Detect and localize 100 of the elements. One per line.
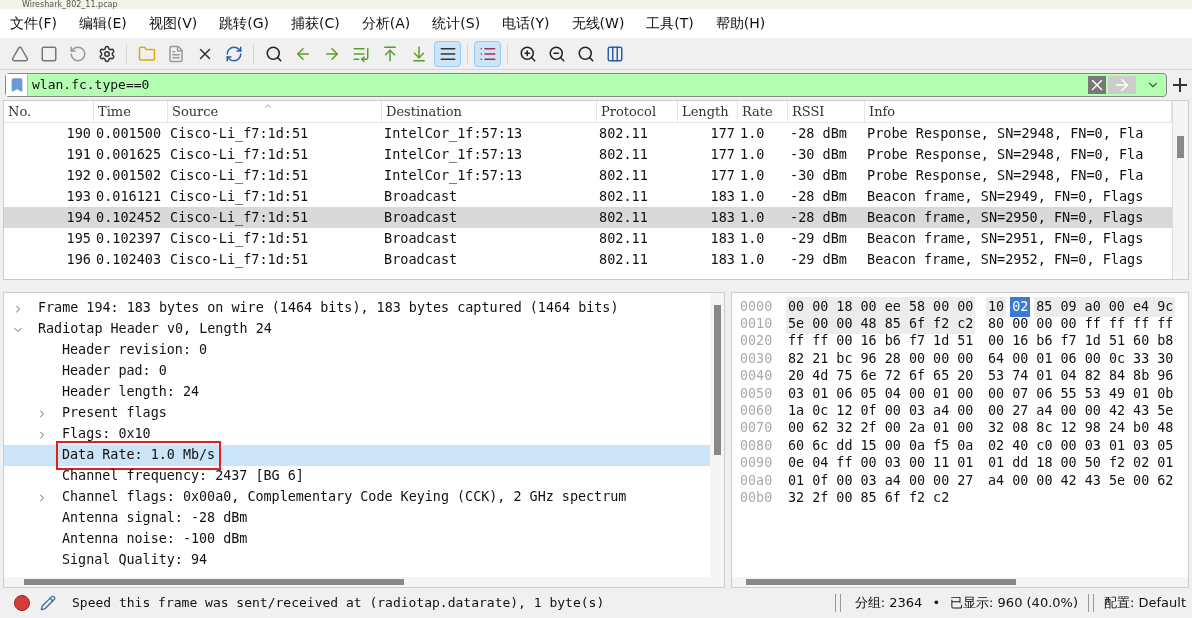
offset: 0090 xyxy=(739,454,774,473)
zoom-in-icon xyxy=(518,44,537,63)
display-filter-field[interactable]: wlan.fc.type==0 xyxy=(5,73,1167,97)
offset: 0080 xyxy=(739,436,774,455)
hex-bytes: 32 2f 00 85 6f f2 c2 xyxy=(787,488,951,507)
clear-icon[interactable] xyxy=(1088,76,1106,94)
packet-row[interactable]: 196 0.102403 Cisco-Li_f7:1d:51 Broadcast 802.11 183 1.0 -29 dBm Beacon frame, SN=2952, FN=0, Flags xyxy=(4,249,1172,270)
horizontal-scrollbar[interactable] xyxy=(4,577,724,587)
displayed-count: 已显示: 960 (40.0%) xyxy=(950,594,1078,613)
menu-item[interactable]: 编辑(E) xyxy=(79,13,127,34)
table-cell-text: 1.0 xyxy=(740,187,765,207)
column-header[interactable]: Source xyxy=(168,101,382,122)
vertical-scrollbar[interactable] xyxy=(1172,101,1188,279)
packet-row[interactable]: 191 0.001625 Cisco-Li_f7:1d:51 IntelCor_1f:57:13 802.11 177 1.0 -30 dBm Probe Response, SN=2948, FN=0, Fla xyxy=(4,144,1172,165)
table-cell-text: 1.0 xyxy=(740,229,765,249)
tree-label: Present flags xyxy=(61,404,168,423)
tree-label: Header pad: 0 xyxy=(61,362,168,381)
table-cell-text: -30 dBm xyxy=(790,145,847,165)
hex-bytes: 53 74 01 04 82 84 8b 96 xyxy=(987,367,1175,386)
vertical-scrollbar[interactable] xyxy=(710,293,724,577)
tree-label: Signal Quality: 94 xyxy=(61,551,209,570)
toolbar-button[interactable] xyxy=(474,40,501,67)
tree-row[interactable]: Radiotap Header v0, Length 24 xyxy=(4,319,710,340)
column-header[interactable]: Length xyxy=(678,101,738,122)
tree-row[interactable]: Antenna noise: -100 dBm xyxy=(4,529,710,550)
menu-item[interactable]: 文件(F) xyxy=(10,13,57,34)
column-header[interactable]: No. xyxy=(4,101,94,122)
table-cell-text: Probe Response, SN=2948, FN=0, Fla xyxy=(867,166,1144,186)
column-header[interactable]: Rate xyxy=(738,101,788,122)
tree-row[interactable]: Flags: 0x10 xyxy=(4,424,710,445)
tree-row[interactable]: Present flags xyxy=(4,403,710,424)
table-cell-text: -28 dBm xyxy=(790,124,847,144)
table-cell-text: Broadcast xyxy=(384,208,458,228)
column-header[interactable]: Protocol xyxy=(597,101,678,122)
menu-item[interactable]: 分析(A) xyxy=(361,13,411,34)
table-cell-text: 177 xyxy=(710,145,735,165)
horizontal-scrollbar[interactable] xyxy=(732,577,1188,587)
table-cell-text: Cisco-Li_f7:1d:51 xyxy=(170,145,309,165)
table-cell-text: 194 xyxy=(66,208,91,228)
profile-label: 配置: Default xyxy=(1104,594,1187,613)
hex-bytes: 00 16 b6 f7 1d 51 60 b8 xyxy=(987,332,1175,351)
table-cell-text: -28 dBm xyxy=(790,187,847,207)
packet-row[interactable]: 194 0.102452 Cisco-Li_f7:1d:51 Broadcast 802.11 183 1.0 -28 dBm Beacon frame, SN=2950, FN=0, Flags xyxy=(4,207,1172,228)
menu-item[interactable]: 视图(V) xyxy=(148,13,198,34)
packet-row[interactable]: 192 0.001502 Cisco-Li_f7:1d:51 IntelCor_1f:57:13 802.11 177 1.0 -30 dBm Probe Response, SN=2948, FN=0, Fla xyxy=(4,165,1172,186)
reload-icon xyxy=(224,44,243,63)
tree-row[interactable]: Channel frequency: 2437 [BG 6] xyxy=(4,466,710,487)
table-cell-text: 0.001500 xyxy=(96,124,162,144)
edit-icon[interactable] xyxy=(40,595,56,611)
hex-bytes: a4 00 00 42 43 5e 00 62 xyxy=(987,471,1175,490)
folder-icon xyxy=(137,44,156,63)
table-cell-text: 802.11 xyxy=(599,124,648,144)
table-cell-text: 1.0 xyxy=(740,124,765,144)
table-cell-text: -29 dBm xyxy=(790,229,847,249)
tree-label: Channel flags: 0x00a0, Complementary Code Keying (CCK), 2 GHz spectrum xyxy=(61,488,628,507)
table-cell-text: 191 xyxy=(66,145,91,165)
table-cell-text: 183 xyxy=(710,187,735,207)
zoom-reset-icon xyxy=(576,44,595,63)
tree-label: Frame 194: 183 bytes on wire (1464 bits), 183 bytes captured (1464 bits) xyxy=(37,299,620,318)
hex-bytes: 02 xyxy=(1010,296,1031,317)
hex-bytes: 80 00 00 00 ff ff ff ff xyxy=(987,315,1175,334)
column-header[interactable]: Time xyxy=(94,101,168,122)
tree-label: Antenna noise: -100 dBm xyxy=(61,530,249,549)
table-cell-text: -29 dBm xyxy=(790,250,847,270)
tree-row[interactable]: Header length: 24 xyxy=(4,382,710,403)
menu-item[interactable]: 捕获(C) xyxy=(291,13,340,34)
tree-row[interactable]: Frame 194: 183 bytes on wire (1464 bits), 183 bytes captured (1464 bits) xyxy=(4,298,710,319)
menu-item[interactable]: 无线(W) xyxy=(571,13,625,34)
tree-row[interactable]: Header pad: 0 xyxy=(4,361,710,382)
toolbar-button[interactable] xyxy=(434,40,461,67)
tree-label: Header length: 24 xyxy=(61,383,201,402)
tree-row[interactable]: Header revision: 0 xyxy=(4,340,710,361)
packet-row[interactable]: 195 0.102397 Cisco-Li_f7:1d:51 Broadcast 802.11 183 1.0 -29 dBm Beacon frame, SN=2951, FN=0, Flags xyxy=(4,228,1172,249)
record-icon[interactable] xyxy=(14,595,30,611)
menu-item[interactable]: 统计(S) xyxy=(432,13,481,34)
stop-icon xyxy=(39,44,58,63)
tree-row[interactable]: Signal Quality: 94 xyxy=(4,550,710,571)
table-cell-text: Cisco-Li_f7:1d:51 xyxy=(170,229,309,249)
tree-row[interactable]: Antenna signal: -28 dBm xyxy=(4,508,710,529)
menu-item[interactable]: 工具(T) xyxy=(646,13,694,34)
table-cell-text: Probe Response, SN=2948, FN=0, Fla xyxy=(867,145,1144,165)
tree-row[interactable]: Channel flags: 0x00a0, Complementary Code Keying (CCK), 2 GHz spectrum xyxy=(4,487,710,508)
column-header[interactable]: RSSI xyxy=(788,101,865,122)
table-cell-text: Cisco-Li_f7:1d:51 xyxy=(170,250,309,270)
packet-row[interactable]: 193 0.016121 Cisco-Li_f7:1d:51 Broadcast 802.11 183 1.0 -28 dBm Beacon frame, SN=2949, FN=0, Flags xyxy=(4,186,1172,207)
hex-bytes: 10 xyxy=(986,296,1007,317)
column-header[interactable]: Destination xyxy=(382,101,597,122)
table-cell-text: 1.0 xyxy=(740,250,765,270)
table-cell-text: IntelCor_1f:57:13 xyxy=(384,145,523,165)
table-cell-text: 0.016121 xyxy=(96,187,162,207)
menu-item[interactable]: 跳转(G) xyxy=(219,13,270,34)
window-title: Wireshark_802_11.pcap xyxy=(22,0,118,9)
packet-row[interactable]: 190 0.001500 Cisco-Li_f7:1d:51 IntelCor_1f:57:13 802.11 177 1.0 -28 dBm Probe Response, SN=2948, FN=0, Fla xyxy=(4,123,1172,144)
add-filter-icon[interactable] xyxy=(1173,78,1187,92)
hex-bytes: 64 00 01 06 00 0c 33 30 xyxy=(987,349,1175,368)
menu-item[interactable]: 帮助(H) xyxy=(715,13,766,34)
table-cell-text: 0.001625 xyxy=(96,145,162,165)
offset: 00b0 xyxy=(739,488,774,507)
menu-item[interactable]: 电话(Y) xyxy=(502,13,550,34)
hex-bytes: 00 62 32 2f 00 2a 01 00 xyxy=(787,419,975,438)
